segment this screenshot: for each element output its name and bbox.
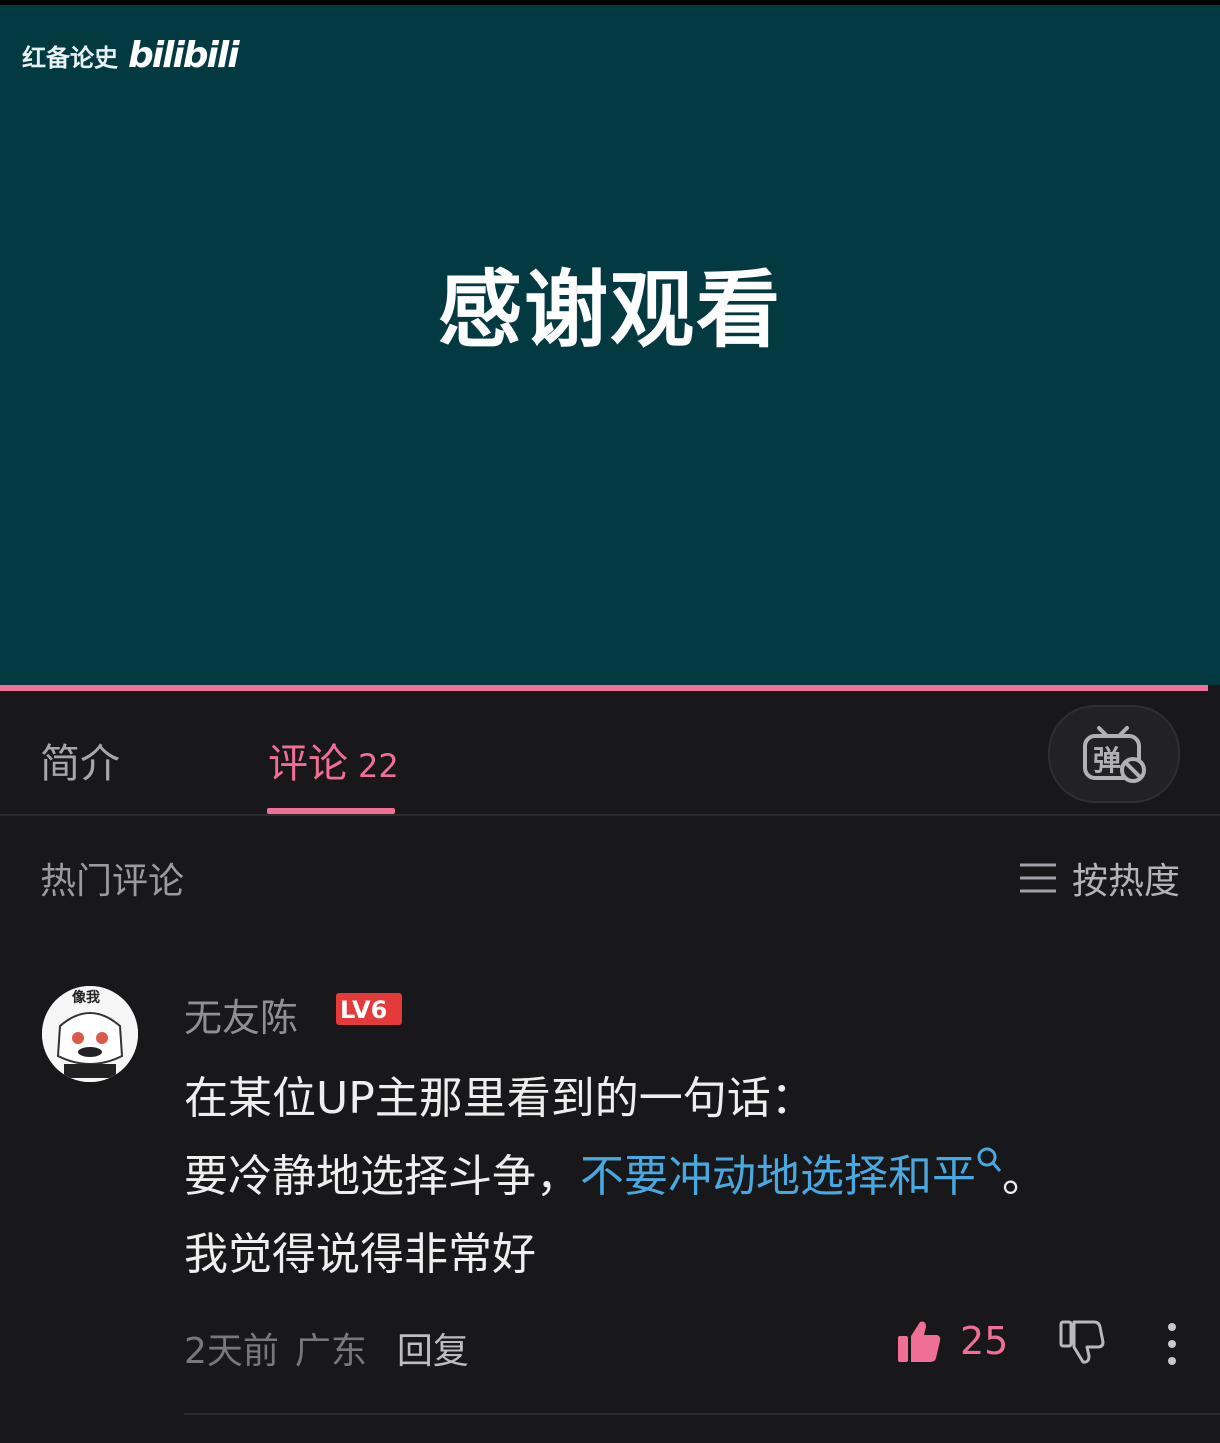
sort-menu-icon (1019, 863, 1056, 893)
channel-watermark: 红备论史 (22, 44, 118, 72)
search-keyword-text: 不要冲动地选择和平 (580, 1151, 976, 1202)
avatar-image: 像我 (42, 986, 138, 1082)
tab-comments[interactable]: 评论 22 (268, 731, 399, 789)
level-badge: LV6 (336, 993, 402, 1025)
avatar-caption: 像我 (72, 989, 100, 1006)
comment-divider (184, 1413, 1220, 1415)
comment-line-3: 我觉得说得非常好 (184, 1229, 536, 1280)
like-button[interactable]: 25 (896, 1318, 1008, 1364)
level-text: LV6 (340, 996, 387, 1024)
dislike-button[interactable] (1058, 1318, 1106, 1370)
video-end-title: 感谢观看 (437, 261, 782, 359)
sort-button[interactable]: 按热度 (1018, 852, 1180, 904)
comment-body: 在某位UP主那里看到的一句话： 要冷静地选择斗争，不要冲动地选择和平。 我觉得说… (184, 1060, 1184, 1294)
comment-time: 2天前 (184, 1331, 279, 1372)
thumbs-down-icon (1059, 1320, 1105, 1364)
search-icon (977, 1147, 1002, 1172)
more-options-button[interactable] (1162, 1322, 1182, 1370)
search-keyword-link[interactable]: 不要冲动地选择和平 (580, 1147, 1002, 1202)
comment-line-2-text: 要冷静地选择斗争， (184, 1151, 580, 1202)
video-player[interactable]: 红备论史 bilibili 感谢观看 (0, 5, 1220, 685)
more-vertical-icon (1168, 1323, 1176, 1365)
comment-line-1: 在某位UP主那里看到的一句话： (184, 1073, 815, 1124)
thumbs-up-icon (898, 1321, 941, 1362)
comment-line-2-end: 。 (1002, 1151, 1046, 1202)
active-tab-indicator (267, 808, 395, 814)
bilibili-logo: bilibili (128, 35, 240, 76)
comment-meta: 2天前 广东 回复 (184, 1322, 469, 1374)
sort-label: 按热度 (1071, 861, 1180, 902)
hot-comments-heading: 热门评论 (40, 861, 185, 902)
danmaku-toggle-button[interactable]: 弹 (1048, 705, 1180, 803)
comment-line-2: 要冷静地选择斗争，不要冲动地选择和平。 (184, 1138, 1184, 1216)
avatar[interactable]: 像我 (42, 986, 138, 1082)
tab-intro-label: 简介 (40, 741, 120, 787)
like-count: 25 (960, 1319, 1009, 1363)
comment-location: 广东 (294, 1331, 367, 1372)
tab-bar: 简介 评论 22 弹 (0, 691, 1220, 816)
tab-comments-label: 评论 (268, 741, 348, 787)
danmaku-glyph: 弹 (1093, 744, 1121, 777)
video-watermark: 红备论史 bilibili (22, 35, 240, 76)
comment-username[interactable]: 无友陈 (184, 987, 298, 1042)
comments-count: 22 (358, 747, 399, 785)
danmaku-off-icon: 弹 (1083, 726, 1146, 783)
tab-intro[interactable]: 简介 (40, 731, 120, 789)
reply-button[interactable]: 回复 (397, 1322, 469, 1374)
